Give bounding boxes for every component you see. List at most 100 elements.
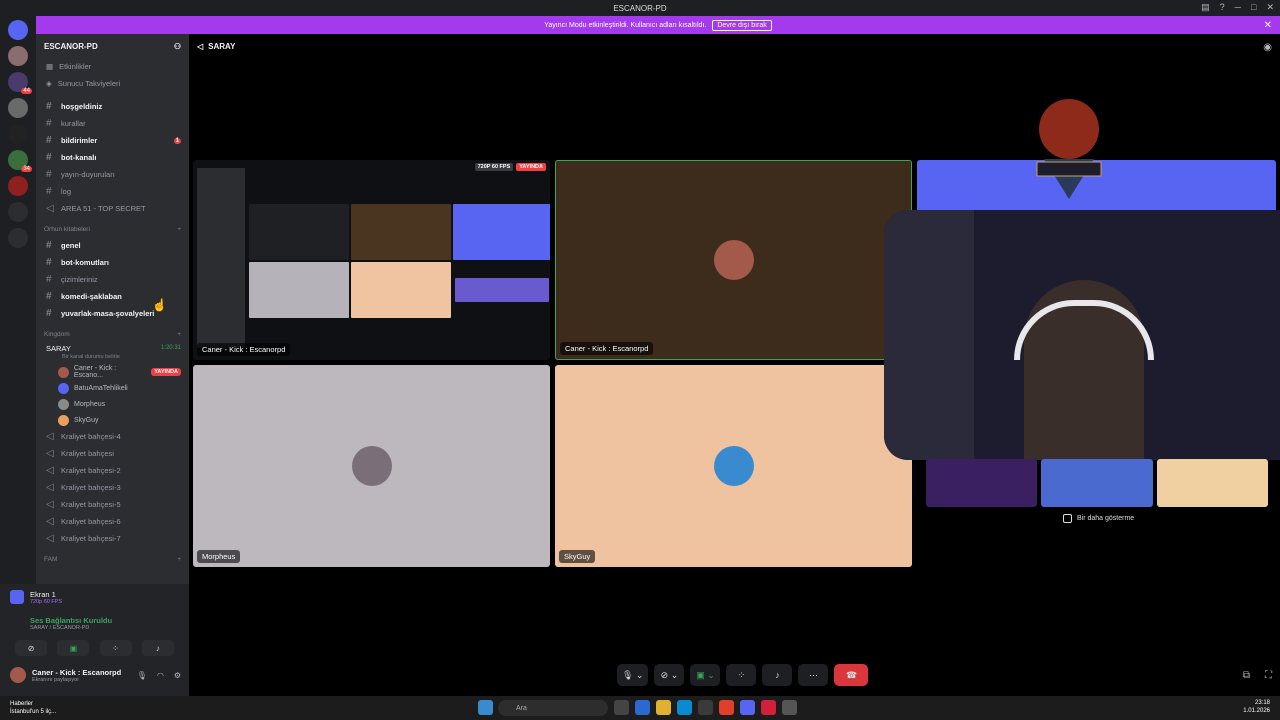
screen-share-button[interactable]: ▣	[57, 640, 90, 656]
opera-icon[interactable]	[761, 700, 776, 715]
server-icon[interactable]	[8, 176, 28, 196]
calendar-icon: ▦	[46, 62, 54, 71]
windows-start-icon[interactable]	[478, 700, 493, 715]
menu-item-events[interactable]: ▦ Etkinlikler	[36, 58, 189, 75]
add-server-icon[interactable]	[8, 202, 28, 222]
call-controls: 🎙 ⌄ ⊘ ⌄ ▣ ⌄ ⁘ ♪ ⋯ ☎	[617, 664, 869, 686]
channel-item[interactable]: # log	[36, 183, 189, 200]
disable-streamer-mode-button[interactable]: Devre dışı bırak	[712, 19, 772, 31]
user-tile[interactable]: Morpheus	[193, 365, 550, 567]
hash-icon: #	[46, 135, 52, 146]
news-widget[interactable]: Haberler İstanbul'un 5 ilç...	[10, 700, 56, 716]
voice-channel-item[interactable]: ◁ Kraliyet bahçesi	[36, 445, 189, 462]
settings-icon[interactable]: ⚙	[174, 671, 181, 680]
voice-status[interactable]: Bir kanal durumu belirle	[46, 354, 189, 364]
taskbar-apps	[478, 700, 493, 715]
voice-user[interactable]: SkyGuy	[36, 412, 189, 428]
help-icon[interactable]: ?	[1220, 2, 1225, 13]
activities-button[interactable]: ⁘	[99, 640, 132, 656]
channel-item[interactable]: # hoşgeldiniz	[36, 98, 189, 115]
inbox-icon[interactable]: ▤	[1201, 2, 1210, 13]
voice-channel-item[interactable]: ◁ Kraliyet bahçesi-3	[36, 479, 189, 496]
voice-channel-item[interactable]: ◁ Kraliyet bahçesi-4	[36, 428, 189, 445]
taskbar-pinned	[614, 700, 797, 715]
channel-item[interactable]: ◁ AREA 51 - TOP SECRET	[36, 200, 189, 217]
discover-icon[interactable]	[8, 228, 28, 248]
menu-item-boosts[interactable]: ◈ Sunucu Takviyeleri	[36, 75, 189, 92]
fullscreen-icon[interactable]: ⛶	[1265, 670, 1272, 681]
popout-icon[interactable]: ⧉	[1243, 670, 1250, 681]
invite-icon[interactable]: ⚇	[174, 42, 181, 51]
folder-icon[interactable]	[656, 700, 671, 715]
category-header[interactable]: FAM +	[36, 551, 189, 567]
voice-channel-item[interactable]: ◁ Kraliyet bahçesi-7	[36, 530, 189, 547]
home-icon[interactable]	[8, 20, 28, 40]
user-tile[interactable]: Caner - Kick : Escanorpd	[555, 160, 912, 360]
server-icon[interactable]	[8, 124, 28, 144]
store-icon[interactable]	[698, 700, 713, 715]
active-voice-channel[interactable]: SARAY 1:20:31 Bir kanal durumu belirle	[36, 342, 189, 364]
voice-user[interactable]: BatuAmaTehlikeli	[36, 380, 189, 396]
hash-icon: #	[46, 118, 52, 129]
server-icon[interactable]	[8, 98, 28, 118]
checkbox[interactable]	[1063, 514, 1072, 523]
mic-button[interactable]: 🎙 ⌄	[617, 664, 649, 686]
end-call-button[interactable]: ☎	[834, 664, 869, 686]
category-header[interactable]: Orhun kitabeleri +	[36, 221, 189, 237]
stream-tile[interactable]: 720P 60 FPS YAYINDA Caner - Kick : Escan…	[193, 160, 550, 360]
camera-off-button[interactable]: ⊘	[15, 640, 48, 656]
channel-item[interactable]: # çizimleriniz	[36, 271, 189, 288]
server-header[interactable]: ESCANOR-PD ⚇	[36, 34, 189, 58]
soundboard-button[interactable]: ♪	[762, 664, 793, 686]
add-channel-icon[interactable]: +	[177, 331, 181, 338]
window-controls: ▤ ? ─ □ ✕	[1201, 2, 1274, 13]
stream-preview[interactable]: Ekran 1 720p 60 FPS	[0, 584, 189, 610]
news-text: İstanbul'un 5 ilç...	[10, 709, 57, 715]
app-icon[interactable]	[614, 700, 629, 715]
dont-show-again[interactable]: Bir daha gösterme	[1063, 514, 1134, 523]
activities-button[interactable]: ⁘	[726, 664, 757, 686]
voice-connection[interactable]: Ses Bağlantısı Kuruldu SARAY / ESCANOR-P…	[0, 610, 189, 636]
category-header[interactable]: Kingdom +	[36, 326, 189, 342]
discord-icon[interactable]	[740, 700, 755, 715]
mouse-cursor-icon: ☝	[152, 298, 167, 312]
minimize-icon[interactable]: ─	[1235, 2, 1241, 13]
channel-item[interactable]: # kurallar	[36, 115, 189, 132]
app-icon[interactable]	[635, 700, 650, 715]
server-icon[interactable]: 44	[8, 72, 32, 94]
speaker-icon: ◁	[197, 42, 204, 51]
channel-item[interactable]: # bot-kanalı	[36, 149, 189, 166]
voice-channel-item[interactable]: ◁ Kraliyet bahçesi-6	[36, 513, 189, 530]
add-channel-icon[interactable]: +	[177, 226, 181, 233]
maximize-icon[interactable]: □	[1251, 2, 1256, 13]
edge-icon[interactable]	[677, 700, 692, 715]
server-icon[interactable]: 34	[8, 150, 32, 172]
microphone-icon[interactable]: 🎙	[137, 671, 147, 680]
channel-item[interactable]: # genel	[36, 237, 189, 254]
speaker-icon: ◁	[46, 516, 54, 527]
app-icon[interactable]	[782, 700, 797, 715]
banner-close-icon[interactable]: ✕	[1264, 20, 1272, 31]
add-channel-icon[interactable]: +	[177, 556, 181, 563]
user-tile[interactable]: SkyGuy	[555, 365, 912, 567]
voice-channel-item[interactable]: ◁ Kraliyet bahçesi-2	[36, 462, 189, 479]
headphones-icon[interactable]: ◠	[157, 671, 164, 680]
close-icon[interactable]: ✕	[1266, 2, 1274, 13]
channel-item[interactable]: # yayın-duyuruları	[36, 166, 189, 183]
current-user[interactable]: Caner - Kick : Escanorpd Ekranını paylaş…	[0, 660, 189, 690]
more-button[interactable]: ⋯	[798, 664, 829, 686]
server-icon[interactable]	[8, 46, 28, 66]
system-clock[interactable]: 23:18 1.01.2026	[1243, 699, 1270, 715]
voice-user[interactable]: Morpheus	[36, 396, 189, 412]
channel-item[interactable]: # bot-komutları	[36, 254, 189, 271]
voice-user[interactable]: Caner - Kick : Escano... YAYINDA	[36, 364, 189, 380]
chat-icon[interactable]: ◉	[1263, 42, 1272, 53]
hash-icon: #	[46, 274, 52, 285]
channel-item[interactable]: # bildirimler 1	[36, 132, 189, 149]
taskbar-search[interactable]: Ara	[498, 700, 608, 716]
share-screen-button[interactable]: ▣ ⌄	[690, 664, 721, 686]
soundboard-button[interactable]: ♪	[141, 640, 174, 656]
camera-button[interactable]: ⊘ ⌄	[654, 664, 685, 686]
chrome-icon[interactable]	[719, 700, 734, 715]
voice-channel-item[interactable]: ◁ Kraliyet bahçesi-5	[36, 496, 189, 513]
